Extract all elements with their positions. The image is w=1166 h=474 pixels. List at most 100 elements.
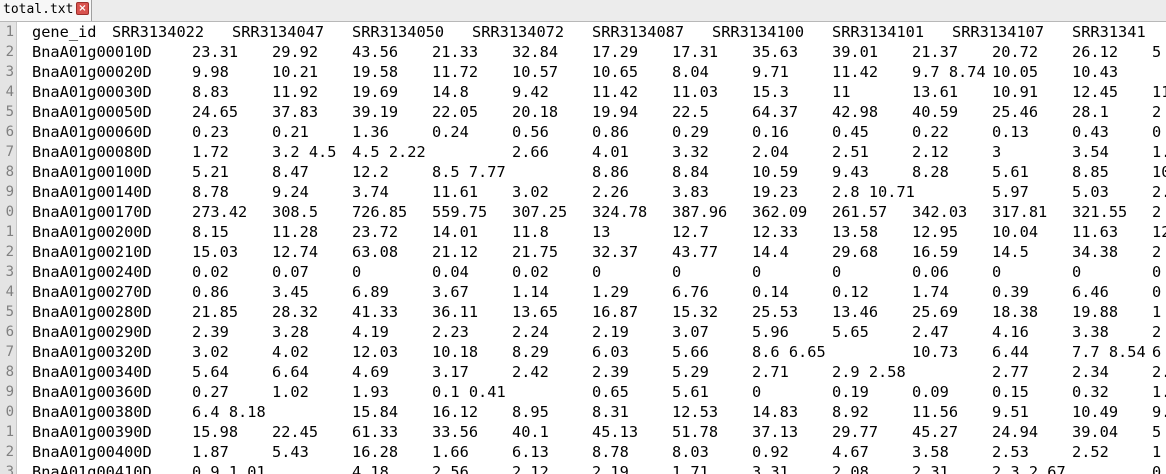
value-cell: 40.59 [912,103,959,121]
text-line[interactable]: 6 BnaA01g00060D 0.23 0.21 1.36 0.24 0.56 0.86 0.… [0,122,1166,142]
value-cell: 10.59 [752,163,799,181]
text-line[interactable]: 1 gene_id SRR3134022 SRR3134047 SRR3134050 SR… [0,22,1166,42]
value-cell: 14.83 [752,403,799,421]
value-cell: 1.62 [1152,143,1166,161]
text-line[interactable]: 6 BnaA01g00290D 2.39 3.28 4.19 2.23 2.24 2.19 3.… [0,322,1166,342]
value-cell: 12.33 [752,223,799,241]
value-cell: 0.07 [272,263,309,281]
text-line[interactable]: 1 BnaA01g00390D 15.98 22.45 61.33 33.56 40.1 45… [0,422,1166,442]
text-line[interactable]: 0 BnaA01g00170D 273.42 308.5 726.85 559.75 307… [0,202,1166,222]
value-cell: 0.43 [1072,123,1109,141]
value-cell: 6.46 [1072,283,1109,301]
value-cell: 1.74 [912,283,949,301]
value-cell: 8.78 [592,443,629,461]
text-line[interactable]: 8 BnaA01g00100D 5.21 8.47 12.2 8.5 7.77 8.86 8.… [0,162,1166,182]
text-line[interactable]: 2 BnaA01g00210D 15.03 12.74 63.08 21.12 21.75 3… [0,242,1166,262]
close-icon[interactable]: × [76,2,89,15]
text-line[interactable]: 9 BnaA01g00360D 0.27 1.02 1.93 0.1 0.41 0.65 5.… [0,382,1166,402]
line-number: 8 [5,364,14,380]
value-cell: 2.39 [592,363,629,381]
value-cell: 22.05 [432,103,479,121]
value-cell: 2.19 [592,323,629,341]
value-cell: 5 [1152,43,1162,61]
gene-id-cell: BnaA01g00200D [32,223,152,241]
value-cell: 22.45 [272,423,319,441]
value-cell: 0.09 [912,383,949,401]
value-cell: 0 [352,263,362,281]
text-line[interactable]: 4 BnaA01g00030D 8.83 11.92 19.69 14.8 9.42 11.4… [0,82,1166,102]
value-cell: 41.33 [352,303,399,321]
value-cell: 21.12 [432,243,479,261]
value-cell: 16.28 [352,443,399,461]
value-cell: 14.5 [992,243,1029,261]
value-cell: 23.31 [192,43,239,61]
gene-id-cell: BnaA01g00410D [32,463,152,474]
value-cell: 17.31 [672,43,719,61]
text-line[interactable]: 2 BnaA01g00010D 23.31 29.92 43.56 21.33 32.84 1… [0,42,1166,62]
text-line[interactable]: 3 BnaA01g00410D 0.9 1.01 4.18 2.56 2.12 2.19 1.… [0,462,1166,474]
value-cell: 317.81 [992,203,1048,221]
value-cell: 6.13 [512,443,549,461]
value-cell: 1.41 [1152,383,1166,401]
text-line[interactable]: 3 BnaA01g00240D 0.02 0.07 0 0.04 0.02 0 0 0 0 0.06 0… [0,262,1166,282]
value-cell: 0 [672,263,682,281]
gene-id-cell: BnaA01g00060D [32,123,152,141]
value-cell: 12.2 [352,163,389,181]
value-cell: 10.21 [272,63,319,81]
value-cell: 8.78 [192,183,229,201]
text-line[interactable]: 0 BnaA01g00380D 6.4 8.18 15.84 16.12 8.95 8.31… [0,402,1166,422]
value-cell: 61.33 [352,423,399,441]
value-cell: 22.5 [672,103,709,121]
text-line[interactable]: 4 BnaA01g00270D 0.86 3.45 6.89 3.67 1.14 1.29 6.… [0,282,1166,302]
value-cell: 1.66 [432,443,469,461]
value-cell: 5.61 [672,383,709,401]
value-cell: 13.65 [512,303,559,321]
value-cell: 11.63 [1072,223,1119,241]
value-cell: 39.19 [352,103,399,121]
gene-id-cell: BnaA01g00400D [32,443,152,461]
text-editor-area[interactable]: 1 gene_id SRR3134022 SRR3134047 SRR3134050 SR… [0,22,1166,474]
value-cell: 25.46 [992,103,1039,121]
text-line[interactable]: 5 BnaA01g00280D 21.85 28.32 41.33 36.11 13.65 1… [0,302,1166,322]
value-cell: 1.14 [512,283,549,301]
value-cell: 12.74 [272,243,319,261]
value-cell: 2.08 [832,463,869,474]
gene-id-cell: BnaA01g00100D [32,163,152,181]
text-line[interactable]: 3 BnaA01g00020D 9.98 10.21 19.58 11.72 10.57 10… [0,62,1166,82]
value-cell: 63.08 [352,243,399,261]
value-cell: 20.72 [992,43,1039,61]
line-number: 6 [5,124,14,140]
value-cell: 2.31 [912,463,949,474]
value-cell: SRR3134072 [472,23,565,41]
value-cell: 33.56 [432,423,479,441]
value-cell: 0.65 [592,383,629,401]
text-line[interactable]: 7 BnaA01g00080D 1.72 3.2 4.5 4.5 2.22 2.66 4.0… [0,142,1166,162]
value-cell: 1.72 [192,143,229,161]
text-line[interactable]: 8 BnaA01g00340D 5.64 6.64 4.69 3.17 2.42 2.39 5.… [0,362,1166,382]
text-line[interactable]: 1 BnaA01g00200D 8.15 11.28 23.72 14.01 11.8 13 1… [0,222,1166,242]
value-cell: 0.14 [752,283,789,301]
value-cell: 15.98 [192,423,239,441]
value-cell: 0 [1152,123,1162,141]
value-cell: 307.25 [512,203,568,221]
value-cell: 8.92 [832,403,869,421]
gene-id-cell: BnaA01g00030D [32,83,152,101]
tab-label[interactable]: total.txt [3,2,73,18]
value-cell: 4.18 [352,463,389,474]
value-cell: 18.38 [992,303,1039,321]
value-cell: 12.03 [352,343,399,361]
value-cell: 3.31 [752,463,789,474]
tab-bar: total.txt × [0,0,1166,22]
value-cell: 25.53 [752,303,799,321]
value-cell: 8.83 [192,83,229,101]
text-line[interactable]: 2 BnaA01g00400D 1.87 5.43 16.28 1.66 6.13 8.78 8… [0,442,1166,462]
gene-id-cell: BnaA01g00210D [32,243,152,261]
text-line[interactable]: 5 BnaA01g00050D 24.65 37.83 39.19 22.05 20.18 1… [0,102,1166,122]
value-cell: 2.77 [992,363,1029,381]
text-line[interactable]: 7 BnaA01g00320D 3.02 4.02 12.03 10.18 8.29 6.03… [0,342,1166,362]
text-line[interactable]: 9 BnaA01g00140D 8.78 9.24 3.74 11.61 3.02 2.26 3… [0,182,1166,202]
value-cell: 15.32 [672,303,719,321]
tab-total-txt[interactable]: total.txt × [0,0,92,21]
value-cell: 0 [832,263,842,281]
value-cell: 11.42 [832,63,879,81]
